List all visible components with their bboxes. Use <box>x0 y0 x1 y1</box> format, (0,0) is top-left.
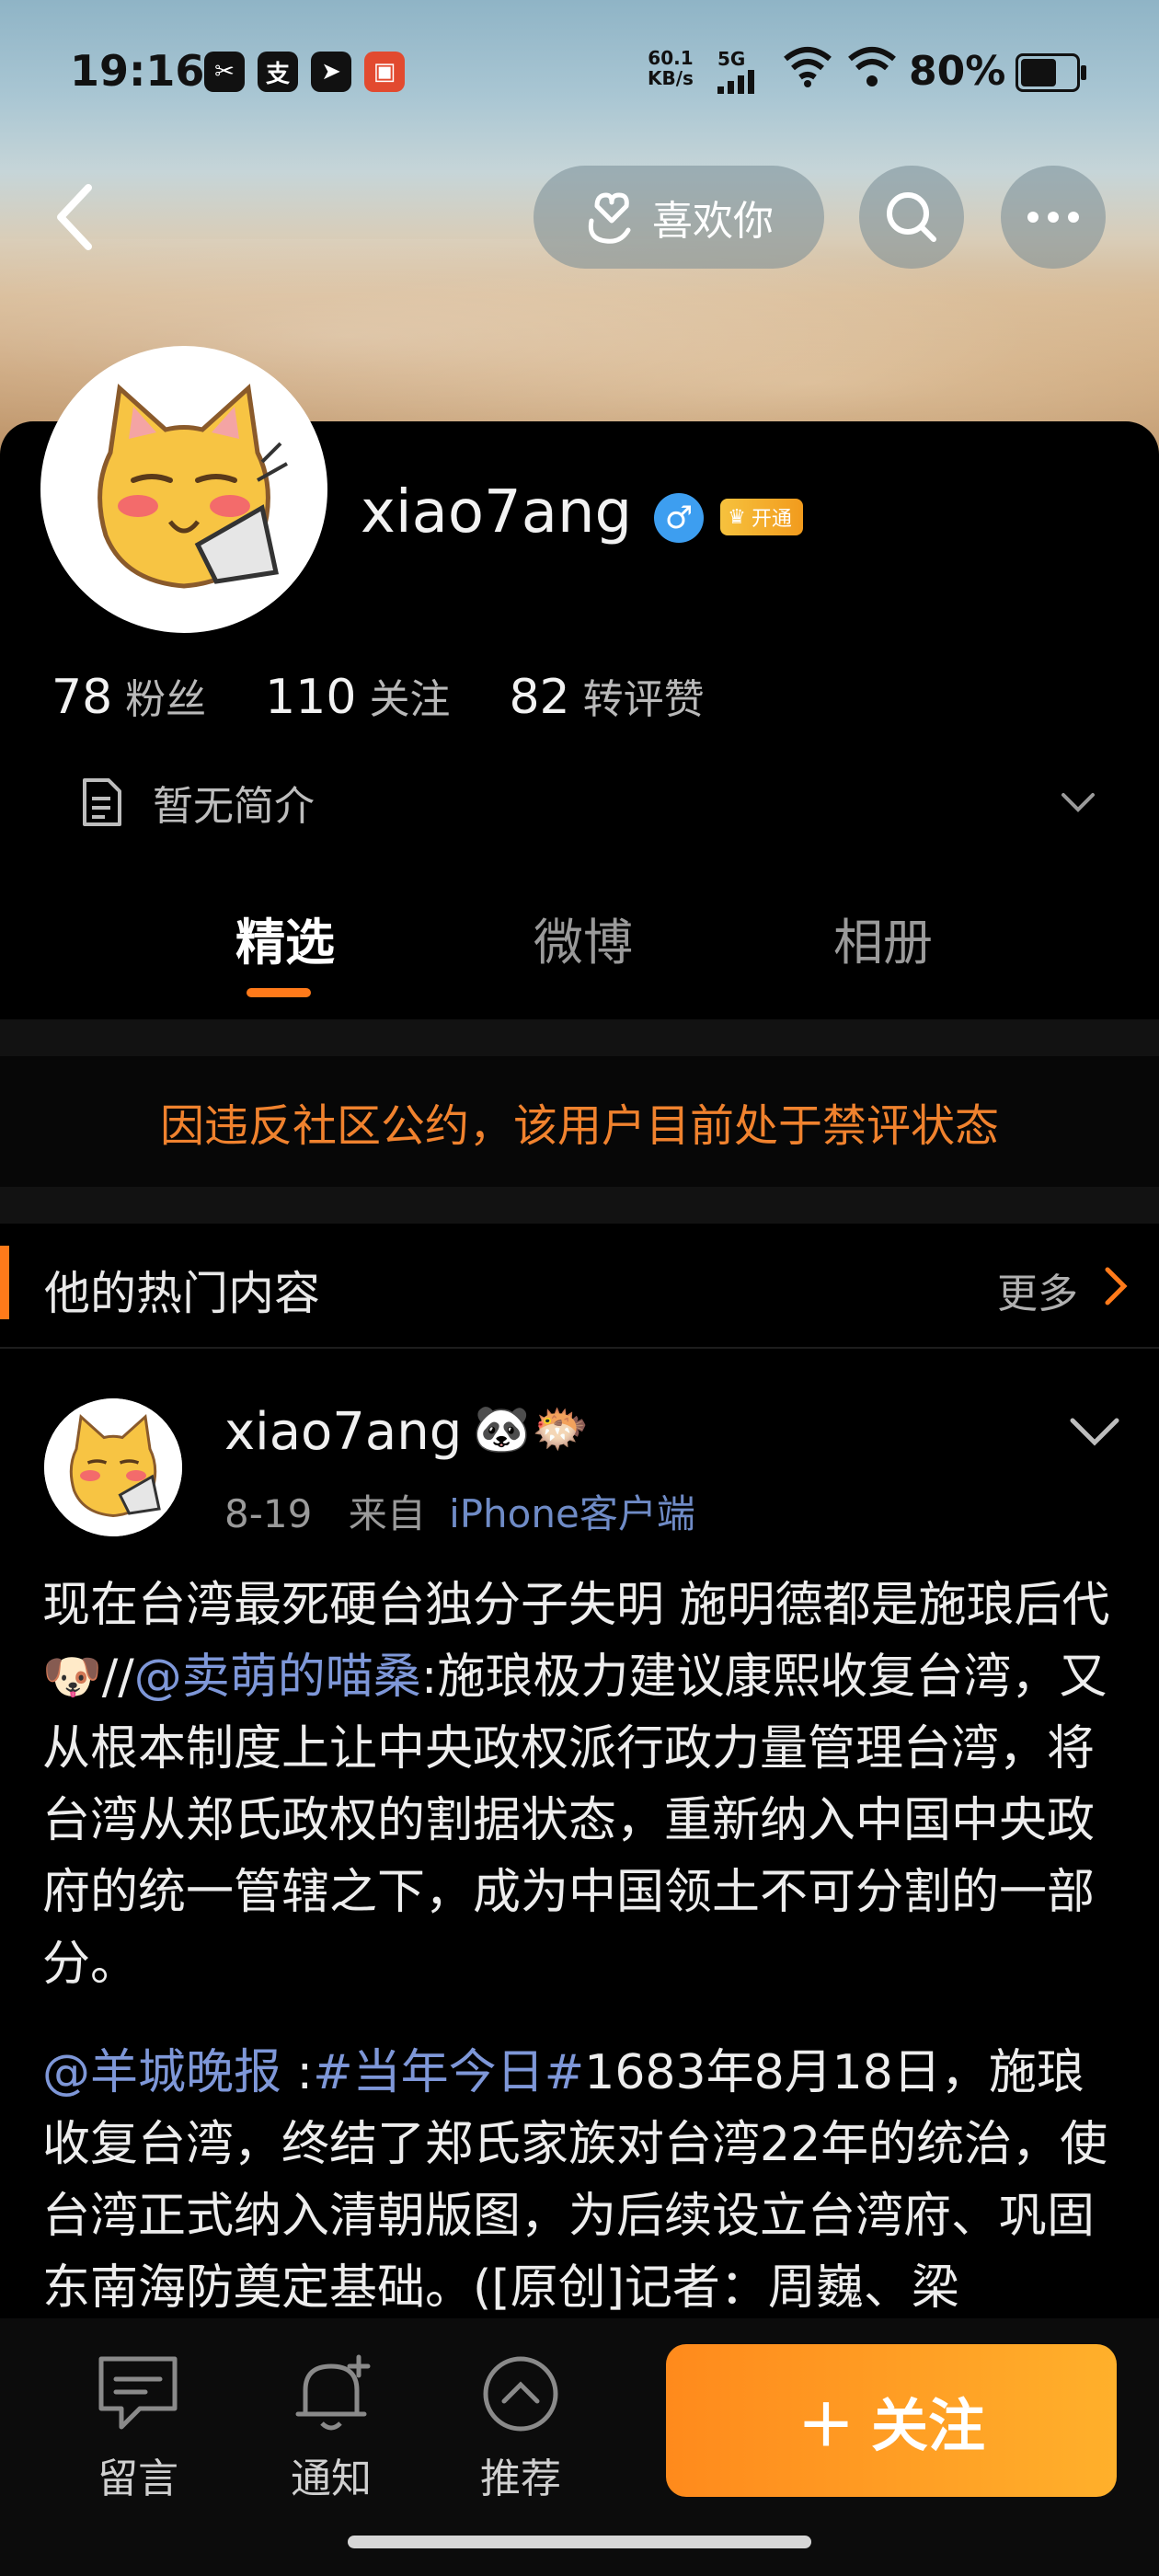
section-accent-bar <box>0 1246 9 1319</box>
section-divider <box>0 1019 1159 1056</box>
chevron-down-icon[interactable] <box>1067 1409 1122 1455</box>
wifi-icon <box>784 47 832 87</box>
hashtag-link[interactable]: #当年今日# <box>313 2045 584 2100</box>
net-speed: 60.1 KB/s <box>648 47 694 89</box>
comment-label: 留言 <box>98 2455 178 2502</box>
plus-icon: ＋ <box>797 2392 855 2459</box>
wifi-icon-2 <box>848 47 896 86</box>
post-paragraph-1: 现在台湾最死硬台独分子失明 施明德都是施琅后代🐶//@卖萌的喵桑:施琅极力建议康… <box>42 1578 1110 1992</box>
profile-bio[interactable]: 暂无简介 <box>79 773 315 832</box>
male-gender-icon: ♂ <box>654 493 705 543</box>
document-icon <box>83 778 121 826</box>
notification-icons: ✂ 支 ➤ ▣ <box>204 52 405 92</box>
chevron-up-circle-icon <box>483 2356 558 2432</box>
notify-button[interactable]: 通知 <box>267 2350 396 2504</box>
comment-icon <box>98 2356 178 2430</box>
panda-badge-icon: 🐼 <box>473 1402 531 1455</box>
post-username[interactable]: xiao7ang <box>224 1402 462 1462</box>
cat-avatar-image <box>44 1398 182 1536</box>
app-notification-icon: ▣ <box>364 52 405 92</box>
alipay-icon: 支 <box>258 52 298 92</box>
follow-button[interactable]: ＋ 关注 <box>666 2344 1117 2497</box>
follow-label: 关注 <box>871 2392 986 2459</box>
battery-icon <box>1016 53 1086 92</box>
post-meta: 8-19 来自 iPhone客户端 <box>224 1483 695 1539</box>
hot-content-header: 他的热门内容 更多 <box>0 1224 1159 1349</box>
like-you-button[interactable]: 喜欢你 <box>534 166 824 269</box>
doge-emoji-icon: 🐶 <box>42 1650 102 1705</box>
chevron-down-icon[interactable] <box>1060 784 1096 821</box>
mention-link[interactable]: @卖萌的喵桑 <box>134 1650 421 1705</box>
cat-avatar-image <box>46 351 322 627</box>
fish-badge-icon: 🐡 <box>532 1402 590 1455</box>
tab-featured[interactable]: 精选 <box>235 902 335 974</box>
home-indicator[interactable] <box>348 2536 811 2548</box>
search-icon <box>887 192 936 242</box>
capcut-icon: ✂ <box>204 52 245 92</box>
heart-hand-icon <box>588 192 631 244</box>
more-dots-icon <box>1027 212 1079 223</box>
search-button[interactable] <box>859 166 964 269</box>
more-options-button[interactable] <box>1001 166 1106 269</box>
active-tab-indicator <box>247 988 311 997</box>
battery-percent: 80% <box>909 48 1006 95</box>
post-source[interactable]: iPhone客户端 <box>449 1491 695 1536</box>
bio-text: 暂无简介 <box>153 783 315 830</box>
network-type: 5G <box>717 48 746 70</box>
recommend-button[interactable]: 推荐 <box>456 2350 585 2504</box>
notify-label: 通知 <box>291 2455 372 2502</box>
stat-following[interactable]: 110 关注 <box>265 666 450 725</box>
tab-weibo[interactable]: 微博 <box>534 902 633 974</box>
section-divider <box>0 1187 1159 1224</box>
post-paragraph-2: @羊城晚报 :#当年今日#1683年8月18日，施琅收复台湾，终结了郑氏家族对台… <box>42 2045 1108 2316</box>
mention-link[interactable]: @羊城晚报 <box>42 2045 281 2100</box>
crown-icon: ♛ <box>728 505 746 529</box>
recommend-label: 推荐 <box>480 2455 561 2502</box>
cell-signal-icon <box>717 70 754 94</box>
like-you-label: 喜欢你 <box>652 198 774 245</box>
profile-tabs: 精选 微博 相册 <box>0 902 1159 994</box>
back-arrow-icon[interactable] <box>48 180 103 254</box>
vip-label: 开通 <box>751 508 792 531</box>
hot-content-more-link[interactable]: 更多 <box>997 1260 1078 1319</box>
comment-ban-notice: 因违反社区公约，该用户目前处于禁评状态 <box>0 1056 1159 1187</box>
post-date: 8-19 <box>224 1491 313 1536</box>
profile-avatar[interactable] <box>40 346 327 633</box>
post-avatar[interactable] <box>44 1398 182 1536</box>
chevron-right-icon[interactable] <box>1100 1264 1133 1308</box>
post-source-prefix: 来自 <box>348 1491 426 1536</box>
profile-username: xiao7ang <box>361 478 633 546</box>
stat-followers[interactable]: 78 粉丝 <box>52 666 206 725</box>
profile-stats: 78 粉丝 110 关注 82 转评赞 <box>52 666 705 725</box>
hot-content-title: 他的热门内容 <box>44 1267 320 1320</box>
comment-button[interactable]: 留言 <box>74 2350 202 2504</box>
bell-plus-icon <box>295 2354 371 2431</box>
post-body[interactable]: 现在台湾最死硬台独分子失明 施明德都是施琅后代🐶//@卖萌的喵桑:施琅极力建议康… <box>42 1570 1128 2324</box>
stat-reposts-likes[interactable]: 82 转评赞 <box>509 666 704 725</box>
status-time: 19:16 <box>70 46 205 96</box>
vip-badge[interactable]: ♛ 开通 <box>720 499 803 535</box>
status-bar: 19:16 ✂ 支 ➤ ▣ 60.1 KB/s 5G 80% <box>0 0 1159 147</box>
telegram-icon: ➤ <box>311 52 351 92</box>
tab-album[interactable]: 相册 <box>833 902 933 974</box>
